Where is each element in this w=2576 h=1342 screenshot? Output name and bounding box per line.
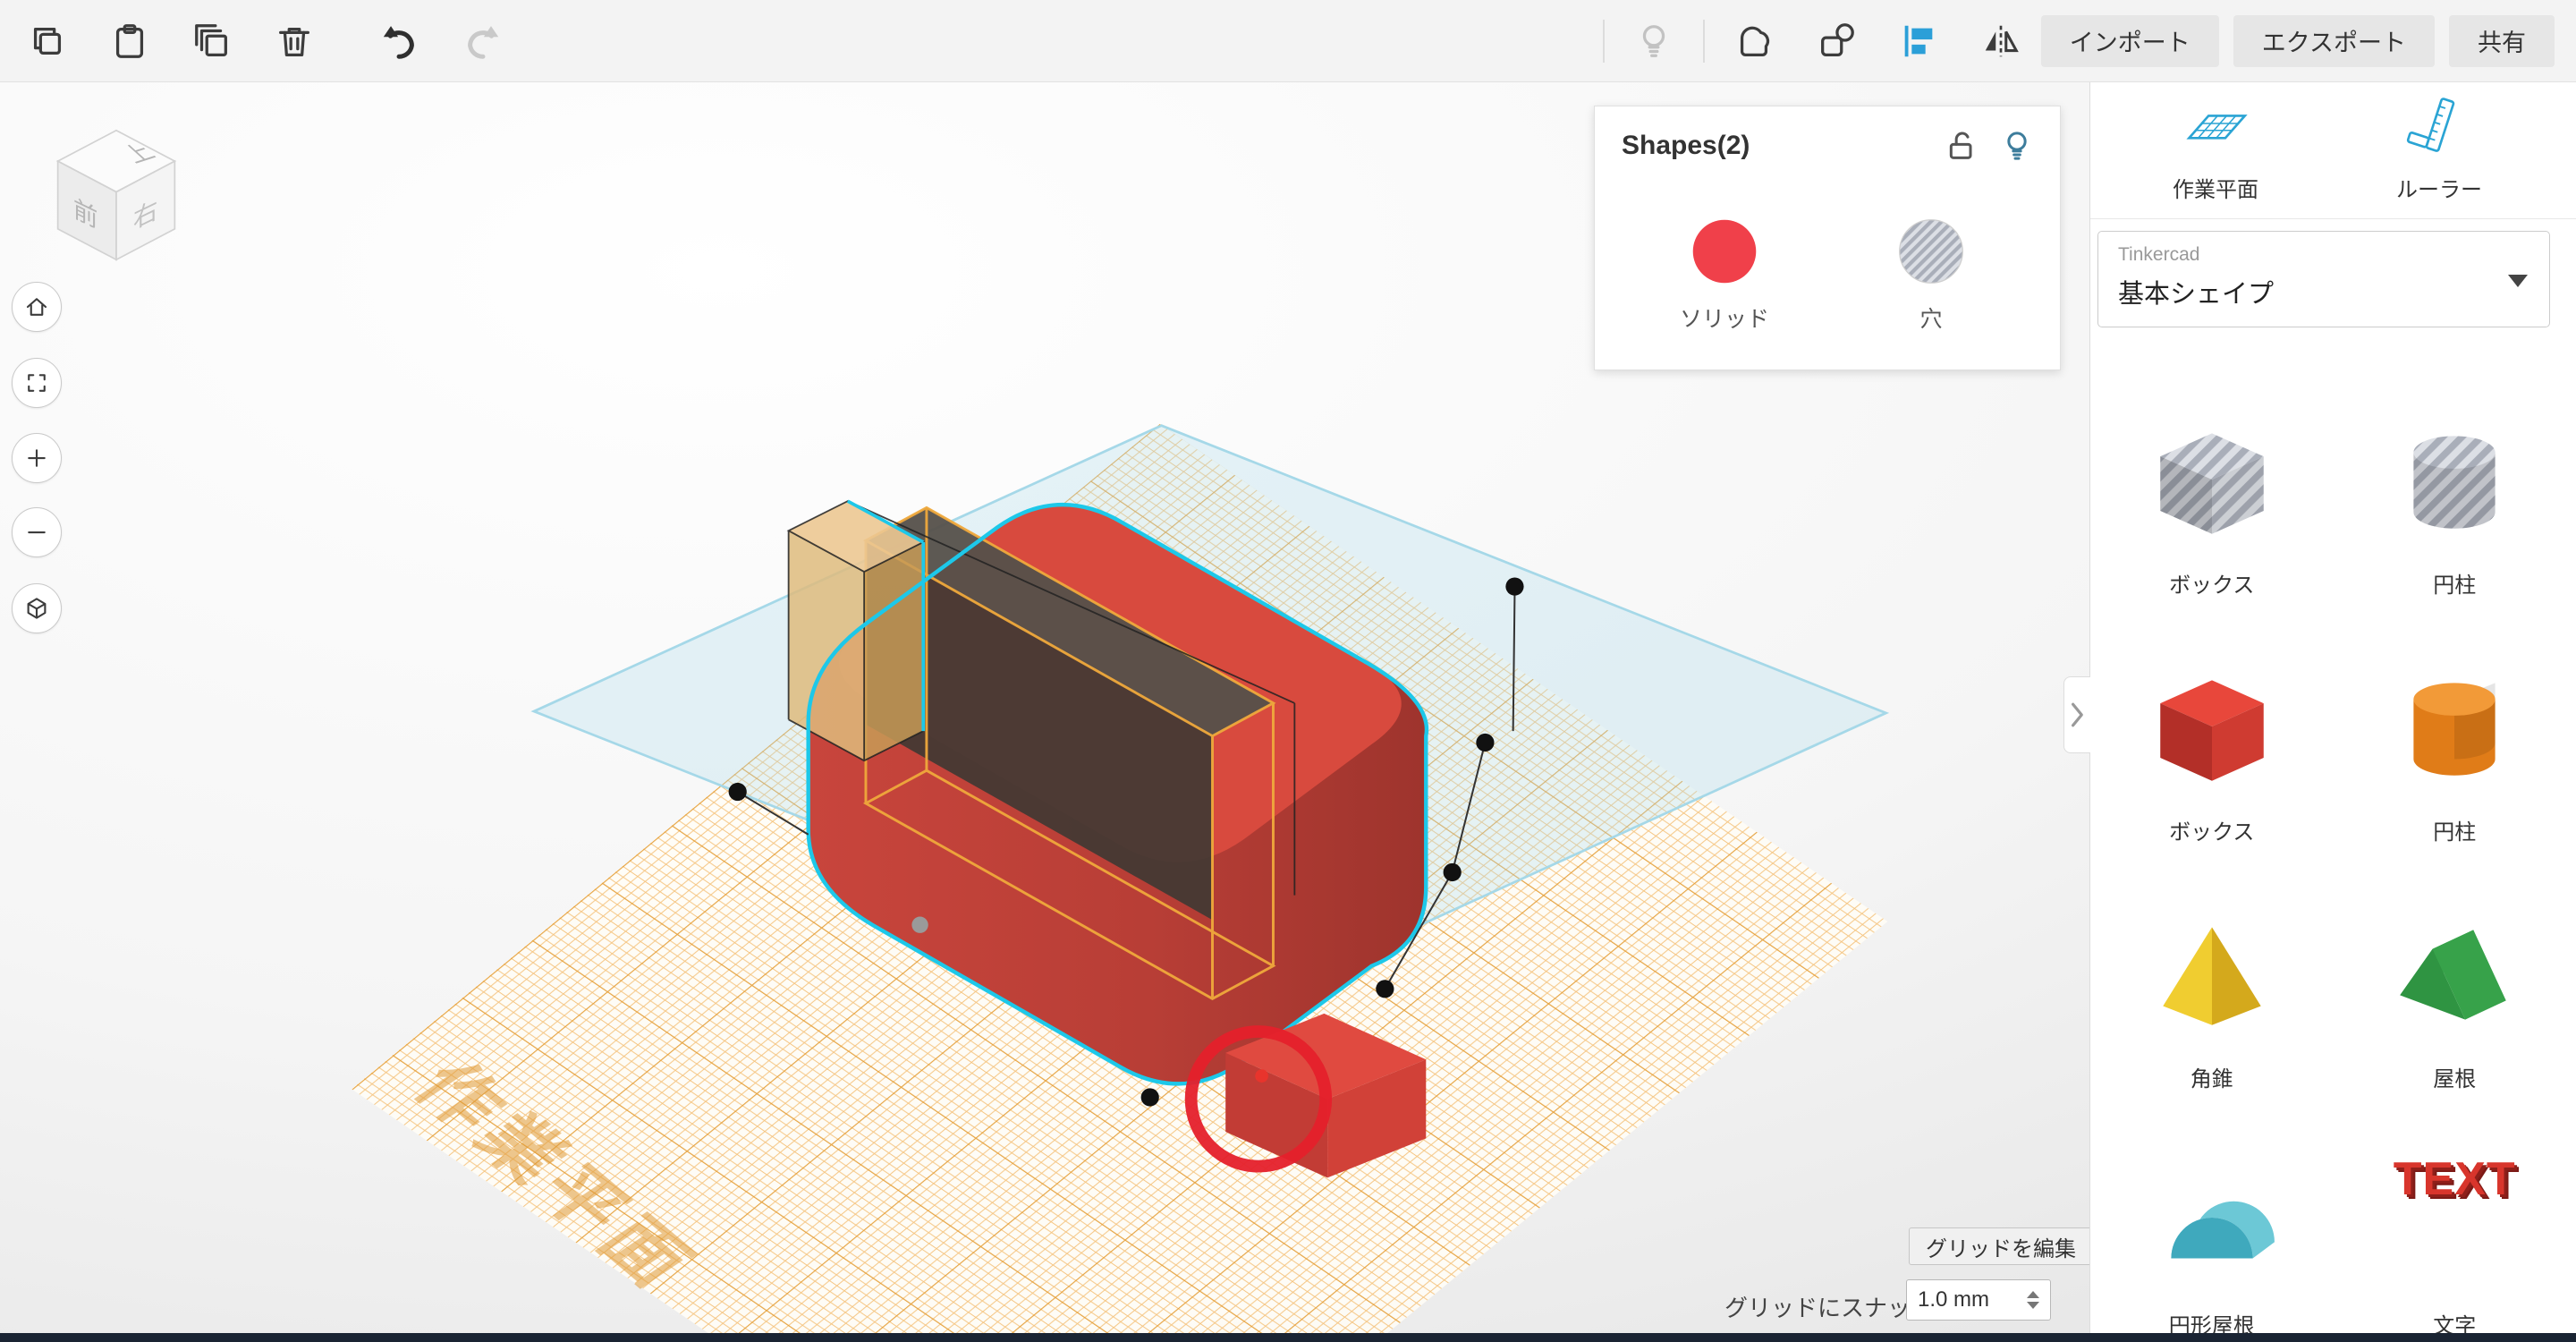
align-button[interactable] xyxy=(1893,10,1945,72)
trash-icon xyxy=(279,27,309,56)
hole-cylinder-thumb xyxy=(2413,436,2496,529)
export-button[interactable]: エクスポート xyxy=(2233,14,2435,67)
library-brand: Tinkercad xyxy=(2118,244,2200,265)
copy-icon xyxy=(33,27,62,55)
group-button[interactable] xyxy=(1728,10,1780,72)
fit-view-button[interactable] xyxy=(12,358,62,408)
top-toolbar: インポート エクスポート 共有 xyxy=(0,0,2576,82)
bottom-edge-strip xyxy=(0,1333,2576,1342)
shape-item-pyramid[interactable]: 角錐 xyxy=(2090,898,2334,1145)
tips-button[interactable] xyxy=(1628,10,1680,72)
chevron-right-icon xyxy=(2071,702,2083,727)
shape-item-roof[interactable]: 屋根 xyxy=(2334,898,2576,1145)
snap-grid-select[interactable]: 1.0 mm xyxy=(1906,1279,2051,1321)
duplicate-icon xyxy=(195,23,227,56)
workplane-tool[interactable]: 作業平面 xyxy=(2117,95,2314,203)
shape-library-sidebar: 作業平面 ルーラー Tinkercad 基本シェイプ ボックス 円柱 ボックス … xyxy=(2063,82,2576,1342)
pyramid-thumb xyxy=(2163,927,2261,1025)
mirror-icon xyxy=(1985,25,2019,56)
redo-icon xyxy=(468,25,499,59)
orange-cylinder-thumb xyxy=(2413,683,2496,776)
fit-view-icon xyxy=(28,374,46,392)
spinner-arrows-icon[interactable] xyxy=(2027,1291,2039,1309)
minus-icon xyxy=(28,531,46,534)
zoom-out-button[interactable] xyxy=(12,507,62,557)
lightbulb-outline-icon xyxy=(2007,132,2027,160)
ruler-icon xyxy=(2406,98,2455,152)
workplane-icon xyxy=(2186,115,2248,140)
chevron-down-icon xyxy=(2508,275,2528,287)
perspective-cube-icon xyxy=(27,598,47,619)
home-view-button[interactable] xyxy=(12,282,62,332)
red-box-thumb xyxy=(2159,680,2264,781)
shape-item-text[interactable]: TEXT 文字 xyxy=(2334,1145,2576,1342)
tinkercad-app: 作業平面 インポート エクスポート 共有 上 前 右 Shapes(2) ソリッ… xyxy=(0,0,2576,1342)
library-selected: 基本シェイプ xyxy=(2118,280,2275,309)
mirror-button[interactable] xyxy=(1975,10,2027,72)
lightbulb-icon xyxy=(1642,24,1665,57)
shape-item-hole-box[interactable]: ボックス xyxy=(2090,404,2334,651)
shape-item-label: 円柱 xyxy=(2433,820,2477,845)
home-icon xyxy=(26,298,47,316)
shape-item-label: 屋根 xyxy=(2433,1067,2477,1091)
snap-grid-label: グリッドにスナップ xyxy=(1724,1295,1935,1321)
lock-button[interactable] xyxy=(1944,128,1979,164)
shape-item-label: 円柱 xyxy=(2433,573,2477,598)
ruler-tool-label: ルーラー xyxy=(2396,178,2482,202)
shape-item-red-box[interactable]: ボックス xyxy=(2090,651,2334,898)
copy-button[interactable] xyxy=(21,10,73,72)
solid-swatch-label: ソリッド xyxy=(1679,307,1769,332)
sidebar-collapse-handle[interactable] xyxy=(2063,676,2090,753)
round-roof-thumb xyxy=(2171,1201,2275,1259)
shape-item-label: ボックス xyxy=(2169,820,2255,845)
hole-swatch-label: 穴 xyxy=(1919,307,1943,332)
roof-thumb xyxy=(2400,930,2507,1020)
edit-grid-label: グリッドを編集 xyxy=(1926,1236,2076,1261)
shape-item-label: 角錐 xyxy=(2190,1067,2233,1091)
align-icon xyxy=(1904,25,1933,56)
zoom-in-button[interactable] xyxy=(12,433,62,483)
shape-gallery: ボックス 円柱 ボックス 円柱 角錐 屋根 円形屋根 TEXT 文字 xyxy=(2090,404,2576,1342)
panel-title: Shapes(2) xyxy=(1622,131,1750,160)
visibility-button[interactable] xyxy=(1999,128,2035,164)
plus-icon xyxy=(28,449,46,467)
redo-button[interactable] xyxy=(456,10,508,72)
share-label: 共有 xyxy=(2478,30,2526,56)
duplicate-button[interactable] xyxy=(186,10,238,72)
undo-icon xyxy=(383,25,414,59)
delete-button[interactable] xyxy=(268,10,320,72)
selection-inspector-panel: Shapes(2) ソリッド 穴 xyxy=(1594,106,2061,370)
undo-button[interactable] xyxy=(374,10,426,72)
ruler-tool[interactable]: ルーラー xyxy=(2341,95,2538,203)
share-button[interactable]: 共有 xyxy=(2449,14,2555,67)
group-icon xyxy=(1740,26,1769,56)
import-button[interactable]: インポート xyxy=(2040,14,2219,67)
import-label: インポート xyxy=(2069,30,2190,56)
paste-button[interactable] xyxy=(104,10,156,72)
solid-swatch[interactable]: ソリッド xyxy=(1635,214,1814,334)
export-label: エクスポート xyxy=(2261,30,2406,56)
shape-item-round-roof[interactable]: 円形屋根 xyxy=(2090,1145,2334,1342)
shape-item-label: ボックス xyxy=(2169,573,2255,598)
sidebar-divider xyxy=(2090,218,2576,219)
hole-swatch[interactable]: 穴 xyxy=(1842,214,2021,334)
ungroup-icon xyxy=(1820,22,1854,56)
view-cube[interactable]: 上 前 右 xyxy=(39,118,193,272)
shape-library-dropdown[interactable]: Tinkercad 基本シェイプ xyxy=(2097,231,2550,327)
solid-color-icon xyxy=(1692,219,1757,284)
perspective-toggle-button[interactable] xyxy=(12,583,62,633)
paste-icon xyxy=(115,23,144,58)
edit-grid-button[interactable]: グリッドを編集 xyxy=(1909,1227,2093,1265)
text-shape-thumb: TEXT xyxy=(2386,1152,2522,1288)
hole-pattern-icon xyxy=(1899,219,1963,284)
workplane-tool-label: 作業平面 xyxy=(2173,178,2258,202)
shape-item-hole-cylinder[interactable]: 円柱 xyxy=(2334,404,2576,651)
ungroup-button[interactable] xyxy=(1810,10,1862,72)
hole-box-thumb xyxy=(2159,433,2264,534)
text-shape-glyph: TEXT xyxy=(2393,1153,2516,1205)
shape-item-orange-cylinder[interactable]: 円柱 xyxy=(2334,651,2576,898)
snap-grid-value: 1.0 mm xyxy=(1918,1287,1990,1312)
unlock-icon xyxy=(1949,132,1972,159)
